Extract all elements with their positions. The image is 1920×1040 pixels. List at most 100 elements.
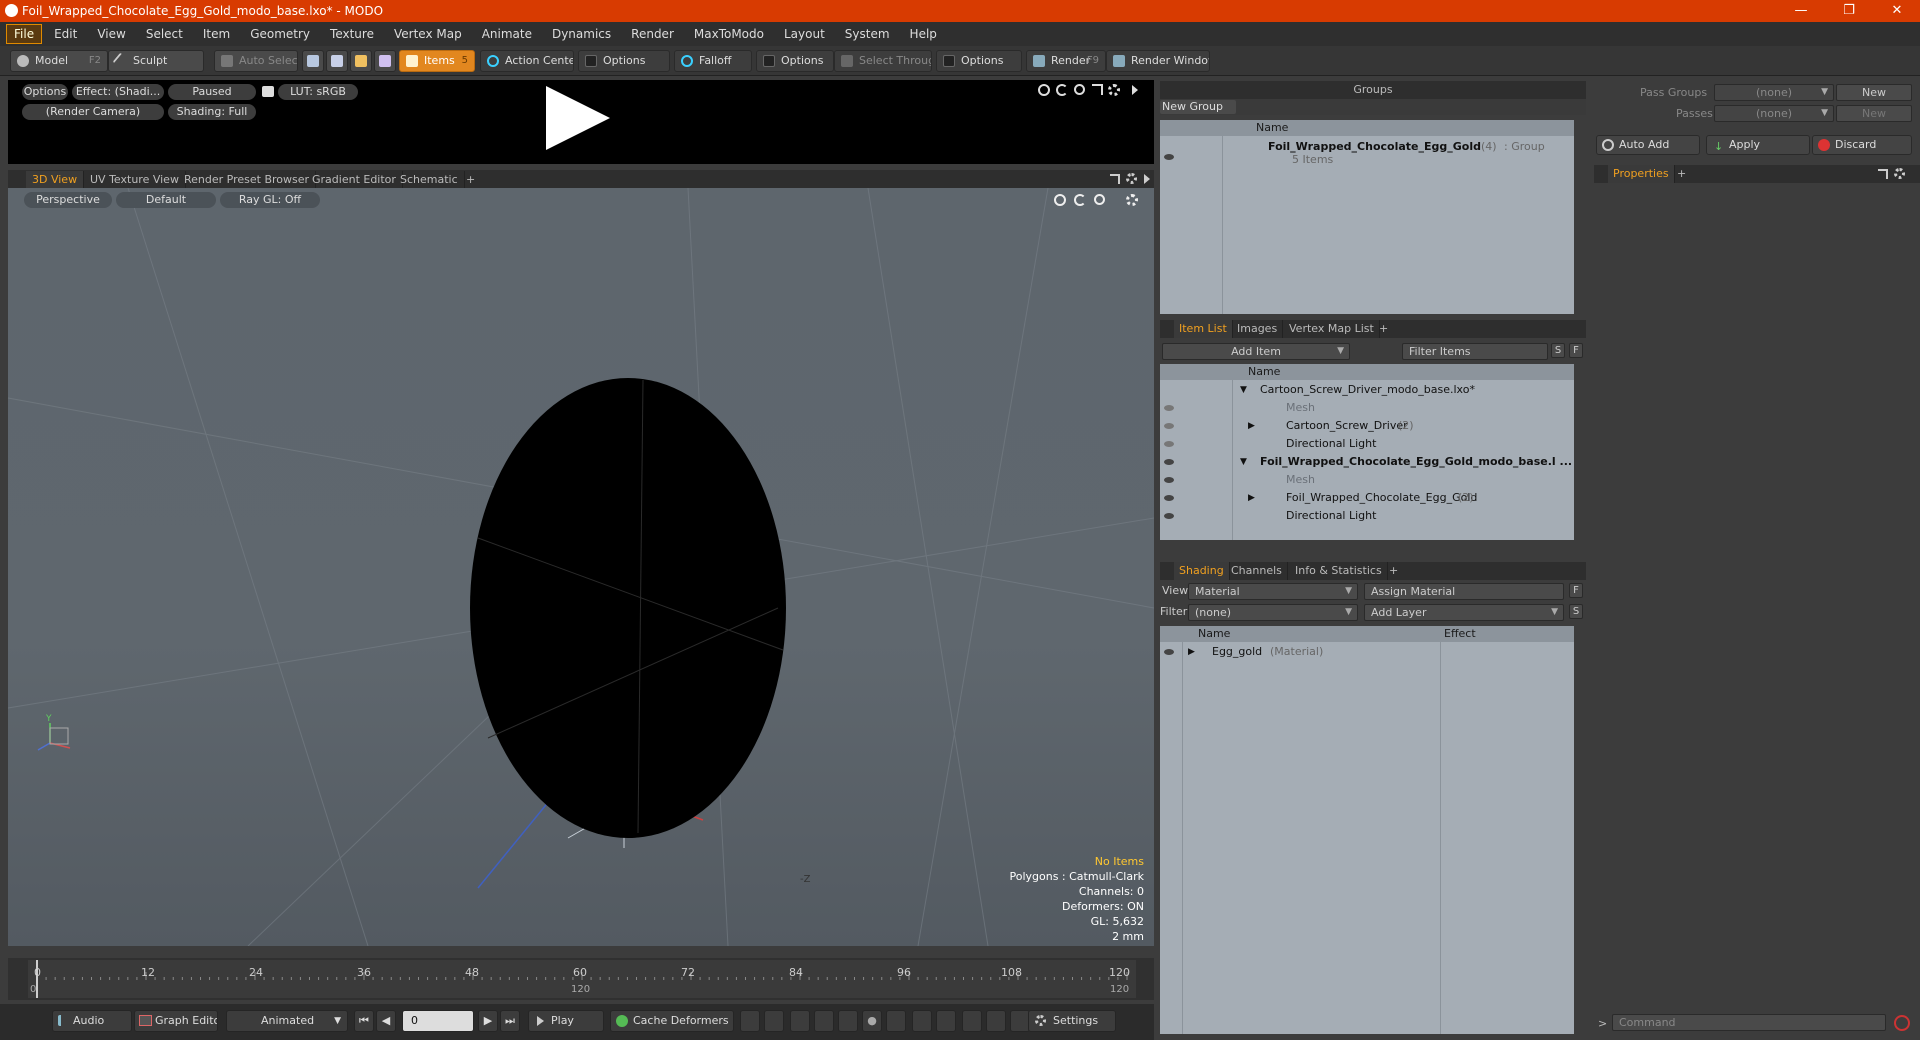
eye-icon[interactable] — [1164, 495, 1174, 501]
key-filter-icon[interactable] — [886, 1010, 906, 1032]
add-item-dropdown[interactable]: Add Item ▼ — [1162, 343, 1350, 360]
next-key-icon[interactable] — [814, 1010, 834, 1032]
menu-maxtomodo[interactable]: MaxToModo — [686, 24, 772, 44]
gear-icon[interactable] — [1126, 173, 1137, 184]
expand-arrow-icon[interactable] — [1144, 174, 1150, 184]
passes-dropdown[interactable]: (none) ▼ — [1714, 105, 1834, 122]
chevron-right-icon[interactable]: ▶ — [1248, 417, 1255, 435]
tab-images[interactable]: Images — [1232, 320, 1284, 338]
lock-icon[interactable] — [262, 86, 274, 97]
chevron-down-icon[interactable]: ▼ — [1240, 453, 1247, 471]
edges-mode-icon[interactable] — [326, 50, 348, 72]
sculpt-button[interactable]: Sculpt — [108, 50, 204, 72]
tab-gradient-editor[interactable]: Gradient Editor — [306, 171, 403, 188]
auto-add-button[interactable]: Auto Add — [1596, 135, 1700, 155]
raygl-dropdown[interactable]: Ray GL: Off — [220, 192, 320, 208]
settings-button[interactable]: Settings — [1028, 1010, 1116, 1032]
prev-frame-icon[interactable]: ◀ — [376, 1010, 396, 1032]
tab-3d-view[interactable]: 3D View — [26, 171, 85, 188]
jump-prev-icon[interactable] — [912, 1010, 932, 1032]
play-icon[interactable] — [546, 86, 610, 150]
tab-info-statistics[interactable]: Info & Statistics — [1290, 562, 1388, 580]
maximize-icon[interactable] — [1110, 174, 1120, 184]
action-center-options-button[interactable]: Options — [578, 50, 670, 72]
apply-button[interactable]: ↓ Apply — [1706, 135, 1810, 155]
lut-dropdown[interactable]: LUT: sRGB — [278, 84, 358, 100]
view-dropdown[interactable]: Material ▼ — [1188, 583, 1358, 600]
jump-next-icon[interactable] — [936, 1010, 956, 1032]
tab-schematic[interactable]: Schematic — [394, 171, 465, 188]
tab-shading[interactable]: Shading — [1174, 562, 1230, 580]
record-icon[interactable]: ● — [862, 1010, 882, 1032]
animated-dropdown[interactable]: Animated ▼ — [226, 1010, 348, 1032]
discard-button[interactable]: Discard — [1812, 135, 1912, 155]
group-row[interactable]: Foil_Wrapped_Chocolate_Egg_Gold (4) : Gr… — [1160, 138, 1574, 166]
materials-mode-icon[interactable] — [374, 50, 396, 72]
rotate-view-icon[interactable] — [1074, 194, 1086, 206]
filter-f-button[interactable]: F — [1569, 343, 1583, 358]
range-end[interactable]: 120 — [1110, 984, 1129, 995]
zoom-icon[interactable] — [1074, 84, 1085, 95]
gear-icon[interactable] — [1894, 168, 1905, 179]
eye-icon[interactable] — [1164, 154, 1174, 160]
command-history-icon[interactable] — [1894, 1015, 1910, 1031]
menu-help[interactable]: Help — [902, 24, 945, 44]
filter-items-input[interactable]: Filter Items — [1402, 343, 1548, 360]
play-button[interactable]: Play — [528, 1010, 604, 1032]
render-options-button[interactable]: Options — [22, 84, 68, 100]
menu-geometry[interactable]: Geometry — [242, 24, 318, 44]
view-mode-dropdown[interactable]: Perspective — [24, 192, 112, 208]
3d-viewport[interactable]: Y -Z No Items Polygons : Catmull-Clark C… — [8, 188, 1154, 946]
frame-input[interactable]: 0 — [402, 1010, 474, 1032]
menu-animate[interactable]: Animate — [474, 24, 540, 44]
filter-s-button[interactable]: S — [1551, 343, 1565, 358]
next-frame-icon[interactable]: ▶ — [478, 1010, 498, 1032]
tab-render-preset-browser[interactable]: Render Preset Browser — [178, 171, 317, 188]
maximize-icon[interactable] — [1092, 84, 1103, 95]
menu-vertex-map[interactable]: Vertex Map — [386, 24, 470, 44]
menu-dynamics[interactable]: Dynamics — [544, 24, 619, 44]
chevron-right-icon[interactable]: ▶ — [1248, 489, 1255, 507]
menu-item[interactable]: Item — [195, 24, 238, 44]
key-all-icon[interactable] — [764, 1010, 784, 1032]
timeline[interactable]: 0 12 24 36 48 60 72 84 96 108 120 0 120 … — [8, 958, 1154, 1000]
pass-groups-dropdown[interactable]: (none) ▼ — [1714, 84, 1834, 101]
range-start[interactable]: 0 — [30, 984, 36, 995]
material-row[interactable]: ▶ Egg_gold (Material) — [1160, 643, 1574, 661]
close-icon[interactable]: ✕ — [1874, 0, 1920, 22]
shading-style-dropdown[interactable]: Default — [116, 192, 216, 208]
graph-editor-button[interactable]: Graph Editor — [134, 1010, 218, 1032]
gear-icon[interactable] — [1126, 194, 1138, 206]
render-window-button[interactable]: Render Window — [1106, 50, 1210, 72]
tab-properties[interactable]: Properties — [1608, 165, 1675, 183]
restore-icon[interactable]: ❐ — [1826, 0, 1872, 22]
cache-deformers-button[interactable]: Cache Deformers — [610, 1010, 734, 1032]
tab-channels[interactable]: Channels — [1226, 562, 1288, 580]
eye-icon[interactable] — [1164, 423, 1174, 429]
list-item[interactable]: ▶ Cartoon_Screw_Driver (2) — [1160, 417, 1574, 435]
render-camera-dropdown[interactable]: (Render Camera) — [22, 104, 164, 120]
eye-icon[interactable] — [1164, 459, 1174, 465]
items-mode-button[interactable]: Items 5 — [399, 50, 475, 72]
menu-texture[interactable]: Texture — [322, 24, 382, 44]
eye-icon[interactable] — [1164, 513, 1174, 519]
falloff-options-button[interactable]: Options — [756, 50, 834, 72]
rotate-view-icon[interactable] — [1056, 84, 1068, 96]
key-icon[interactable] — [740, 1010, 760, 1032]
select-through-options-button[interactable]: Options — [936, 50, 1022, 72]
add-layer-dropdown[interactable]: Add Layer ▼ — [1364, 604, 1564, 621]
eye-icon[interactable] — [1164, 477, 1174, 483]
eye-icon[interactable] — [1164, 649, 1174, 655]
menu-render[interactable]: Render — [623, 24, 682, 44]
list-item[interactable]: ▼ Cartoon_Screw_Driver_modo_base.lxo* — [1160, 381, 1574, 399]
eye-icon[interactable] — [1164, 441, 1174, 447]
move-view-icon[interactable] — [1054, 194, 1066, 206]
menu-select[interactable]: Select — [138, 24, 191, 44]
shading-f-button[interactable]: F — [1569, 583, 1583, 598]
snap-icon[interactable] — [1010, 1010, 1030, 1032]
loop-icon[interactable] — [986, 1010, 1006, 1032]
menu-layout[interactable]: Layout — [776, 24, 833, 44]
list-item[interactable]: Mesh — [1160, 399, 1574, 417]
menu-system[interactable]: System — [837, 24, 898, 44]
new-group-button[interactable]: New Group — [1160, 100, 1236, 114]
